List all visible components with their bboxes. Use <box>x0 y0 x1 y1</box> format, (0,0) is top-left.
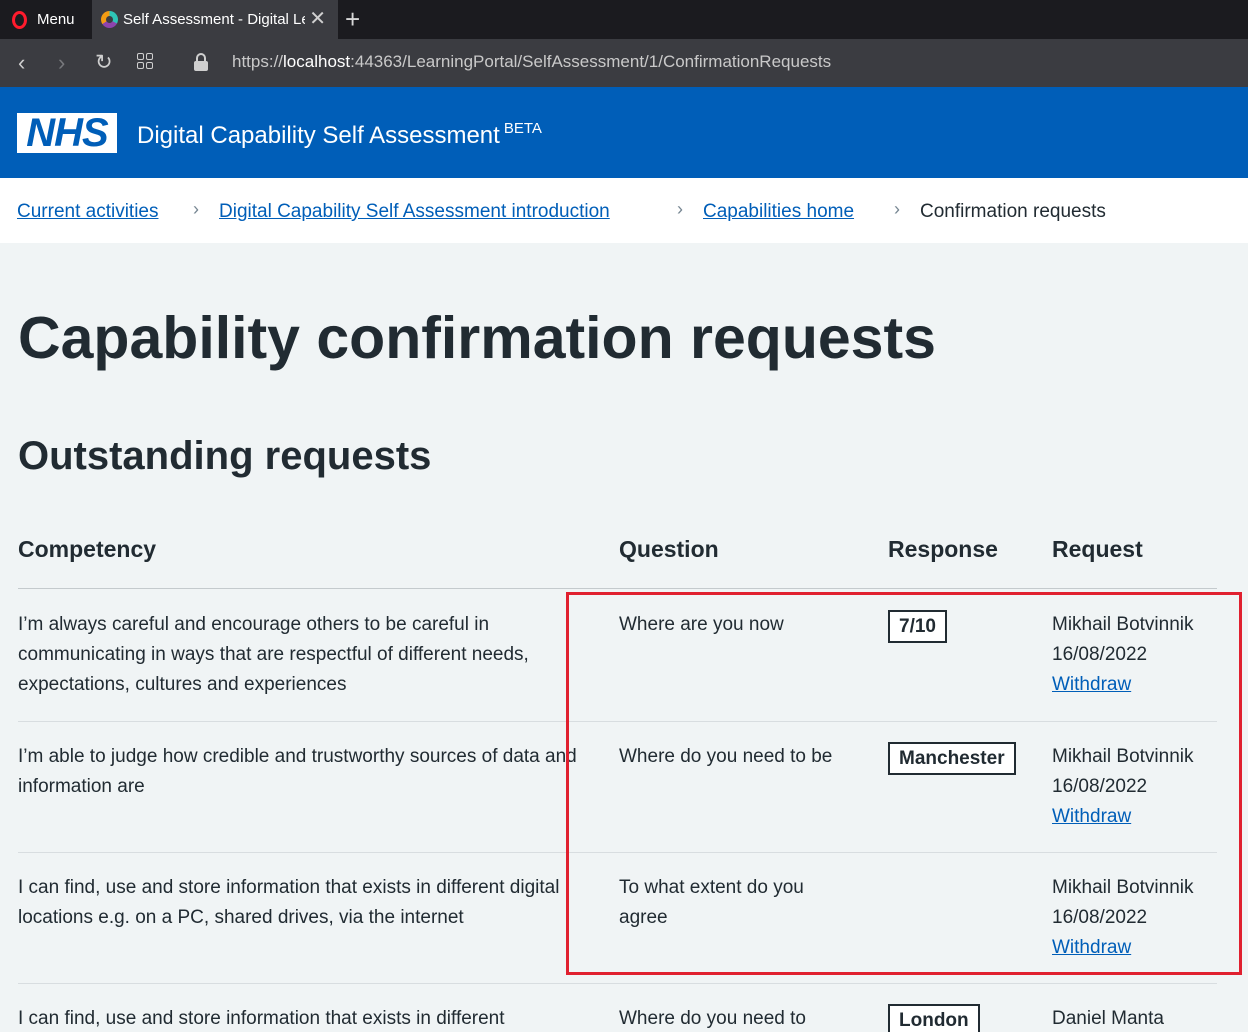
requester-name: Daniel Manta <box>1052 1008 1164 1029</box>
response-tag: London <box>888 1004 980 1032</box>
competency-text: I can find, use and store information th… <box>18 877 560 928</box>
url-field[interactable]: https://localhost:44363/LearningPortal/S… <box>232 52 831 72</box>
breadcrumb-assessment-introduction[interactable]: Digital Capability Self Assessment intro… <box>219 201 610 223</box>
reload-icon[interactable]: ↻ <box>95 51 113 75</box>
column-header-competency: Competency <box>18 536 157 562</box>
competency-text: I’m always careful and encourage others … <box>18 614 529 695</box>
nhs-logo[interactable]: NHS <box>17 113 117 153</box>
close-tab-icon[interactable]: ✕ <box>309 8 326 30</box>
browser-menu-button[interactable]: Menu <box>0 0 90 39</box>
row-divider <box>18 983 1217 984</box>
browser-tab-title: Self Assessment - Digital Le <box>123 11 305 28</box>
opera-logo-icon <box>12 10 27 29</box>
column-header-response: Response <box>888 536 998 562</box>
column-header-request: Request <box>1052 536 1143 562</box>
breadcrumb: Current activities › Digital Capability … <box>0 178 1248 243</box>
chevron-right-icon: › <box>894 199 900 219</box>
highlight-box <box>566 592 1242 975</box>
site-header: NHS Digital Capability Self Assessment BE… <box>0 87 1248 178</box>
page-title: Capability confirmation requests <box>18 305 936 371</box>
breadcrumb-current-activities[interactable]: Current activities <box>17 201 159 223</box>
section-title: Outstanding requests <box>18 434 432 478</box>
chevron-right-icon: › <box>193 199 199 219</box>
lock-icon[interactable] <box>194 53 208 71</box>
forward-icon[interactable]: › <box>58 51 65 75</box>
service-name[interactable]: Digital Capability Self Assessment BETA <box>137 120 542 150</box>
column-header-question: Question <box>619 536 719 562</box>
competency-text: I can find, use and store information th… <box>18 1008 505 1029</box>
breadcrumb-current-page: Confirmation requests <box>920 201 1106 222</box>
browser-tab-bar: Menu Self Assessment - Digital Le ✕ + <box>0 0 1248 39</box>
new-tab-icon[interactable]: + <box>345 4 360 34</box>
back-icon[interactable]: ‹ <box>18 51 25 75</box>
chevron-right-icon: › <box>677 199 683 219</box>
breadcrumb-capabilities-home[interactable]: Capabilities home <box>703 201 854 223</box>
competency-text: I’m able to judge how credible and trust… <box>18 746 577 797</box>
browser-menu-label: Menu <box>37 11 75 28</box>
beta-label: BETA <box>503 120 542 137</box>
browser-tab[interactable]: Self Assessment - Digital Le ✕ <box>92 0 338 39</box>
favicon-icon <box>101 11 118 28</box>
tabs-grid-icon[interactable] <box>137 53 153 69</box>
table-header-divider <box>18 588 1217 589</box>
browser-address-bar: ‹ › ↻ https://localhost:44363/LearningPo… <box>0 39 1248 87</box>
question-text: Where do you need to <box>619 1008 806 1029</box>
